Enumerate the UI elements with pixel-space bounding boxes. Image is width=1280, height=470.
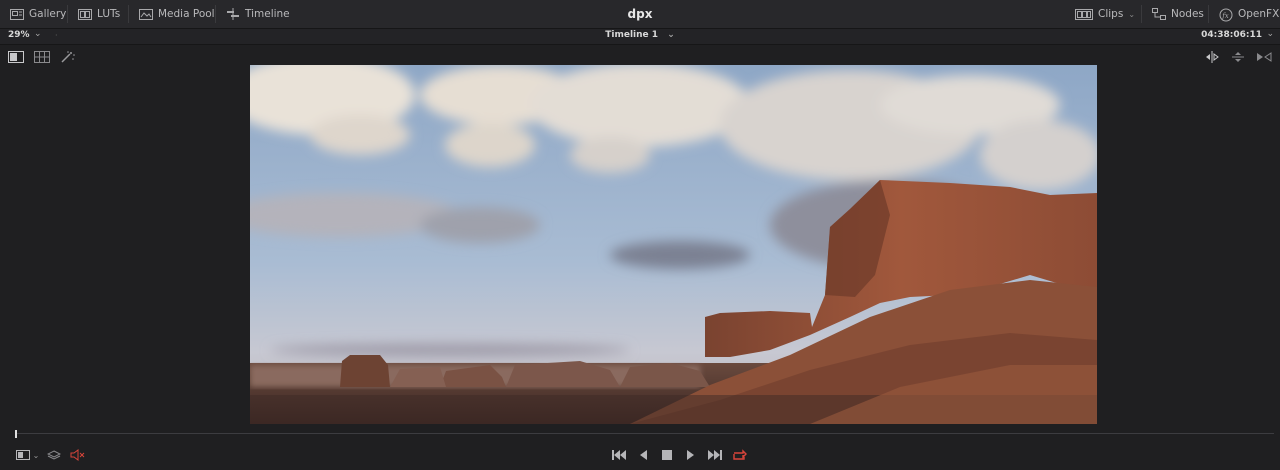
viewer-header: 29% ⌄ · Timeline 1 ⌄ 04:38:06:11 ⌄ (0, 29, 1280, 45)
luts-icon (78, 8, 92, 20)
stop-icon[interactable] (660, 447, 674, 463)
loop-icon[interactable] (730, 447, 748, 463)
openfx-button[interactable]: fx OpenFX (1219, 0, 1279, 28)
svg-text:fx: fx (1221, 12, 1229, 20)
chevron-down-icon[interactable]: ⌄ (32, 447, 40, 463)
flip-vertical-icon[interactable] (1230, 48, 1246, 62)
scrubber-track[interactable] (16, 433, 1274, 434)
project-title: dpx (627, 7, 653, 21)
divider (128, 5, 129, 23)
clips-icon (1075, 8, 1093, 20)
timeline-icon (226, 8, 240, 20)
layers-icon[interactable] (46, 447, 62, 463)
highlight-icon[interactable] (60, 48, 76, 63)
timeline-label: Timeline (245, 8, 290, 20)
gallery-button[interactable]: Gallery (10, 0, 66, 28)
gallery-label: Gallery (29, 8, 67, 20)
skip-to-end-icon[interactable] (706, 447, 724, 463)
divider (67, 5, 68, 23)
top-toolbar: Gallery LUTs Media Pool Timeline dpx Cli… (0, 0, 1280, 29)
clips-label: Clips (1098, 8, 1124, 20)
media-pool-label: Media Pool (158, 8, 215, 20)
play-icon[interactable] (684, 447, 698, 463)
timeline-scrubber[interactable] (0, 428, 1280, 440)
viewer-layout-icon[interactable] (14, 447, 32, 463)
divider (1208, 5, 1209, 23)
transport-bar: ⌄ (0, 441, 1280, 470)
timeline-selector[interactable]: Timeline 1 ⌄ (0, 30, 1280, 40)
clips-button[interactable]: Clips ⌄ (1075, 0, 1135, 28)
chevron-down-icon: ⌄ (1128, 9, 1136, 19)
playhead[interactable] (15, 430, 17, 438)
timeline-name: Timeline 1 (605, 30, 659, 40)
media-pool-button[interactable]: Media Pool (139, 0, 215, 28)
chevron-down-icon: ⌄ (667, 30, 675, 40)
nodes-label: Nodes (1171, 8, 1204, 20)
nodes-button[interactable]: Nodes (1152, 0, 1204, 28)
flip-horizontal-icon[interactable] (1204, 48, 1220, 63)
timecode: 04:38:06:11 (1201, 30, 1262, 40)
split-screen-icon[interactable] (34, 48, 50, 63)
desert-landscape-image (250, 65, 1097, 424)
divider (1141, 5, 1142, 23)
mute-icon[interactable] (70, 447, 86, 463)
luts-label: LUTs (97, 8, 121, 20)
openfx-label: OpenFX (1238, 8, 1280, 20)
chevron-down-icon[interactable]: ⌄ (1266, 29, 1274, 39)
gallery-icon (10, 8, 24, 20)
luts-button[interactable]: LUTs (78, 0, 120, 28)
divider (215, 5, 216, 23)
nodes-icon (1152, 8, 1166, 20)
bypass-icon[interactable] (1256, 48, 1272, 62)
viewer-tools (0, 45, 1280, 64)
fx-icon: fx (1219, 8, 1233, 22)
image-wipe-icon[interactable] (8, 48, 24, 63)
viewer-image[interactable] (250, 65, 1097, 424)
media-pool-icon (139, 8, 153, 20)
timeline-button[interactable]: Timeline (226, 0, 290, 28)
skip-to-start-icon[interactable] (610, 447, 628, 463)
play-reverse-icon[interactable] (636, 447, 650, 463)
